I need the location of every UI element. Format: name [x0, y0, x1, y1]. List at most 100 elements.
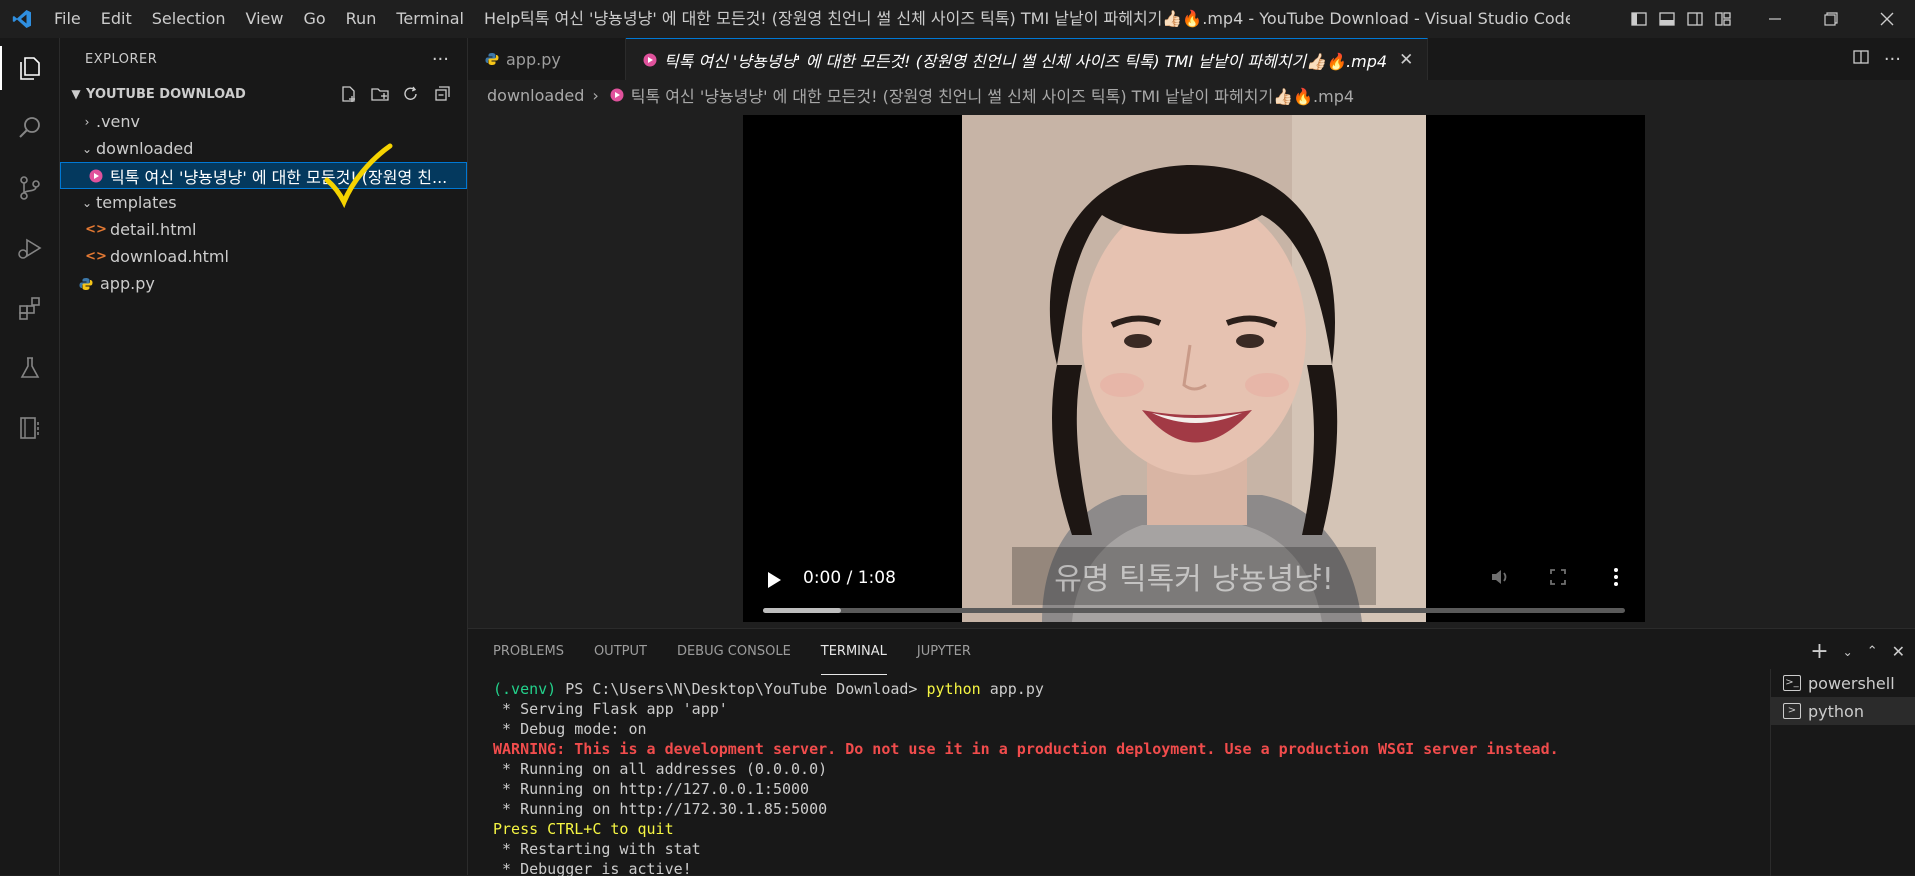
close-panel-icon[interactable]: ✕ — [1892, 642, 1905, 661]
title-bar: File Edit Selection View Go Run Terminal… — [0, 0, 1915, 38]
bottom-panel: PROBLEMS OUTPUT DEBUG CONSOLE TERMINAL J… — [468, 628, 1915, 876]
menu-file[interactable]: File — [44, 0, 91, 38]
tab-video[interactable]: 틱톡 여신 '냥뇽녕냥' 에 대한 모든것! (장원영 친언니 썰 신체 사이즈… — [625, 38, 1429, 80]
split-editor-icon[interactable] — [1852, 48, 1870, 70]
customize-layout-icon[interactable] — [1709, 0, 1737, 38]
maximize-panel-icon[interactable]: ⌃ — [1867, 644, 1878, 659]
chevron-down-icon: ▼ — [71, 87, 81, 101]
close-tab-icon[interactable]: ✕ — [1399, 50, 1413, 70]
video-file-icon — [607, 88, 627, 102]
tab-problems[interactable]: PROBLEMS — [493, 629, 564, 675]
workspace-folder-header[interactable]: ▼ YOUTUBE DOWNLOAD — [60, 80, 467, 108]
html-file-icon: <> — [85, 222, 107, 237]
chevron-down-icon: ⌄ — [81, 195, 93, 210]
workspace-folder-name: YOUTUBE DOWNLOAD — [86, 86, 246, 102]
testing-icon[interactable] — [0, 338, 60, 398]
volume-icon[interactable] — [1489, 566, 1511, 592]
menu-run[interactable]: Run — [336, 0, 387, 38]
tab-output[interactable]: OUTPUT — [594, 629, 647, 675]
menu-edit[interactable]: Edit — [91, 0, 142, 38]
search-icon[interactable] — [0, 98, 60, 158]
tree-label: app.py — [100, 274, 155, 293]
toggle-panel-icon[interactable] — [1653, 0, 1681, 38]
tab-app-py[interactable]: app.py — [468, 38, 626, 80]
minimize-icon[interactable] — [1747, 0, 1803, 38]
new-terminal-icon[interactable]: + — [1810, 639, 1828, 664]
new-file-icon[interactable] — [338, 83, 360, 105]
terminal-icon: > — [1783, 703, 1801, 719]
tree-label: download.html — [110, 247, 229, 266]
breadcrumb-file[interactable]: 틱톡 여신 '냥뇽녕냥' 에 대한 모든것! (장원영 친언니 썰 신체 사이즈… — [631, 83, 1354, 107]
terminal-line: * Debugger is active! — [493, 860, 692, 876]
run-debug-icon[interactable] — [0, 218, 60, 278]
collapse-all-icon[interactable] — [431, 83, 453, 105]
toggle-primary-sidebar-icon[interactable] — [1625, 0, 1653, 38]
terminal-item-label: python — [1808, 701, 1864, 721]
tab-debug-console[interactable]: DEBUG CONSOLE — [677, 629, 791, 675]
play-icon[interactable] — [761, 567, 787, 593]
video-right-controls — [1489, 566, 1627, 592]
tree-file-app-py[interactable]: app.py — [60, 270, 467, 297]
fullscreen-icon[interactable] — [1547, 566, 1569, 592]
terminal-item-powershell[interactable]: >_ powershell — [1771, 669, 1915, 697]
chevron-right-icon: › — [84, 114, 90, 129]
video-player[interactable]: 유명 틱톡커 냥뇽녕냥! 0:00 / 1:08 — [743, 115, 1645, 622]
new-folder-icon[interactable] — [369, 83, 391, 105]
explorer-title: EXPLORER — [85, 51, 158, 67]
jupyter-icon[interactable] — [0, 398, 60, 458]
chevron-down-icon[interactable]: ⌄ — [1843, 645, 1853, 659]
refresh-icon[interactable] — [400, 83, 422, 105]
tree-label: downloaded — [96, 139, 194, 158]
tree-file-detail-html[interactable]: <> detail.html — [60, 216, 467, 243]
panel-tabs: PROBLEMS OUTPUT DEBUG CONSOLE TERMINAL J… — [468, 629, 1915, 675]
tree-label: templates — [96, 193, 177, 212]
close-window-icon[interactable] — [1859, 0, 1915, 38]
video-file-icon — [86, 169, 106, 183]
tree-folder-venv[interactable]: › .venv — [60, 108, 467, 135]
video-file-icon — [640, 53, 660, 67]
terminal-prompt-path: PS C:\Users\N\Desktop\YouTube Download> — [556, 680, 927, 698]
tab-terminal[interactable]: TERMINAL — [820, 629, 887, 675]
extensions-icon[interactable] — [0, 278, 60, 338]
html-file-icon: <> — [85, 249, 107, 264]
explorer-header: EXPLORER ··· — [60, 38, 467, 80]
folder-actions — [338, 83, 467, 105]
menu-selection[interactable]: Selection — [142, 0, 236, 38]
tree-file-video[interactable]: 틱톡 여신 '냥뇽녕냥' 에 대한 모든것! (장원영 친... — [60, 162, 467, 189]
explorer-sidebar: EXPLORER ··· ▼ YOUTUBE DOWNLOAD › .venv … — [60, 38, 468, 875]
tree-label: .venv — [96, 112, 141, 131]
vscode-logo-icon[interactable] — [0, 0, 44, 38]
restore-icon[interactable] — [1803, 0, 1859, 38]
activity-bar — [0, 38, 60, 875]
menu-view[interactable]: View — [236, 0, 294, 38]
video-progress-bar[interactable] — [763, 608, 1625, 613]
chevron-right-icon: › — [592, 85, 599, 105]
python-file-icon — [76, 277, 96, 291]
more-actions-icon[interactable]: ··· — [1884, 49, 1901, 70]
tree-file-download-html[interactable]: <> download.html — [60, 243, 467, 270]
menu-terminal[interactable]: Terminal — [386, 0, 474, 38]
video-controls: 0:00 / 1:08 — [743, 532, 1645, 622]
source-control-icon[interactable] — [0, 158, 60, 218]
menu-go[interactable]: Go — [293, 0, 335, 38]
terminal-list: >_ powershell > python — [1770, 669, 1915, 876]
more-actions-icon[interactable]: ··· — [432, 49, 449, 70]
terminal-line: * Running on all addresses (0.0.0.0) — [493, 760, 828, 778]
terminal-output[interactable]: (.venv) PS C:\Users\N\Desktop\YouTube Do… — [493, 679, 1733, 876]
window-title: 틱톡 여신 '냥뇽녕냥' 에 대한 모든것! (장원영 친언니 썰 신체 사이즈… — [520, 9, 1570, 28]
terminal-item-label: powershell — [1808, 673, 1895, 693]
explorer-icon[interactable] — [0, 38, 60, 98]
terminal-line: * Running on http://172.30.1.85:5000 — [493, 800, 828, 818]
tree-folder-downloaded[interactable]: ⌄ downloaded — [60, 135, 467, 162]
terminal-quit-hint: Press CTRL+C to quit — [493, 820, 674, 838]
terminal-icon: >_ — [1783, 675, 1801, 691]
tree-label: 틱톡 여신 '냥뇽녕냥' 에 대한 모든것! (장원영 친... — [110, 167, 448, 187]
tree-folder-templates[interactable]: ⌄ templates — [60, 189, 467, 216]
terminal-line: * Debug mode: on — [493, 720, 647, 738]
toggle-secondary-sidebar-icon[interactable] — [1681, 0, 1709, 38]
terminal-item-python[interactable]: > python — [1771, 697, 1915, 725]
terminal-command: python — [926, 680, 981, 698]
breadcrumb-folder[interactable]: downloaded — [487, 86, 584, 105]
tab-jupyter[interactable]: JUPYTER — [917, 629, 971, 675]
video-menu-icon[interactable] — [1605, 566, 1627, 592]
